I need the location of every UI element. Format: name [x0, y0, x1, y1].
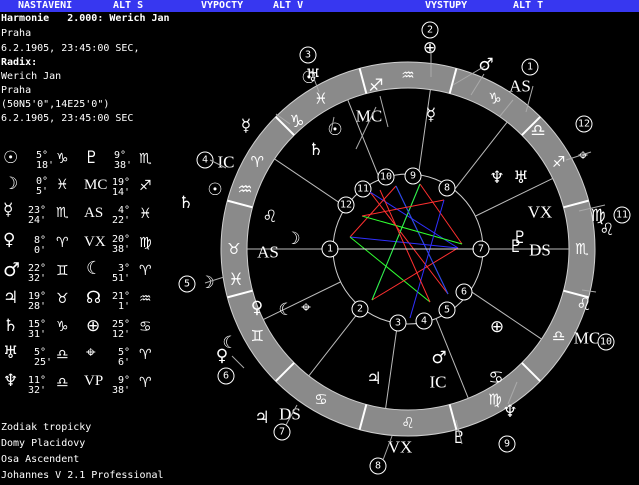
house-number: 5 — [444, 305, 450, 316]
leo-icon: ♌ — [262, 207, 277, 227]
house-number: 4 — [421, 316, 427, 327]
zodiac-sign-icon: ♉ — [227, 240, 240, 258]
aspect-line — [371, 183, 421, 301]
house-number: 6 — [461, 287, 467, 298]
pluto-icon: ♇ — [508, 237, 523, 257]
zodiac-sign-icon: ♏ — [575, 240, 589, 258]
pisces-icon: ♓ — [228, 270, 243, 290]
outer-house-number: 7 — [279, 427, 285, 438]
aspect-line — [349, 236, 431, 303]
mars-icon: ♂ — [478, 55, 493, 75]
neptune-icon: ♆ — [489, 168, 504, 188]
ic-label: IC — [430, 373, 447, 392]
mercury-icon: ☿ — [426, 105, 436, 125]
zodiac-sign-icon: ♒ — [401, 66, 414, 84]
chart-wheel: ♐♑♒♓♈♉♊♋♌♍♎♏123 456789101112♅3 ⊕2♂AS112⌖11… — [178, 21, 631, 475]
outer-house-number: 2 — [427, 25, 433, 36]
venus-icon: ♀ — [251, 298, 263, 318]
virgo-icon: ♍ — [590, 206, 605, 226]
house-cusp-line — [417, 89, 431, 175]
house-number: 3 — [395, 318, 401, 329]
house-cusp-line — [385, 323, 399, 409]
vx-label: VX — [388, 438, 413, 457]
lilith-icon: ☾ — [278, 300, 293, 320]
ds-label: DS — [279, 405, 301, 424]
vx-label: VX — [528, 203, 553, 222]
planet-ray-line — [231, 355, 245, 369]
sun-icon: ☉ — [301, 68, 316, 88]
capricorn-icon: ♑ — [289, 112, 304, 132]
lilith-icon: ☾ — [222, 333, 237, 353]
house-number: 2 — [357, 304, 363, 315]
house-number: 12 — [340, 200, 352, 211]
ic-label: IC — [218, 153, 235, 172]
outer-house-number: 12 — [578, 119, 590, 130]
aspect-line — [379, 189, 431, 303]
ds-label: DS — [529, 241, 551, 260]
house-number: 10 — [380, 172, 392, 183]
house-cusp-line — [308, 307, 363, 377]
outer-house-number: 1 — [527, 62, 533, 73]
outer-house-number: 3 — [305, 50, 311, 61]
jupiter-icon: ♃ — [366, 369, 381, 389]
sagittarius-icon: ♐ — [368, 76, 383, 96]
mercury-icon: ☿ — [241, 116, 251, 136]
zodiac-sign-icon: ♑ — [488, 89, 501, 107]
zodiac-sign-icon: ♋ — [314, 391, 327, 409]
house-cusp-line — [274, 158, 347, 208]
house-number: 7 — [478, 244, 484, 255]
sun-icon: ☉ — [327, 120, 342, 140]
outer-house-number: 10 — [600, 337, 612, 348]
outer-house-number: 6 — [223, 371, 229, 382]
house-number: 11 — [357, 184, 369, 195]
sun-icon: ☉ — [207, 180, 222, 200]
house-cusp-line — [469, 290, 542, 340]
zodiac-sign-icon: ♍ — [488, 391, 501, 409]
grid-icon: ⌖ — [301, 298, 311, 318]
cancer-icon: ♋ — [488, 368, 503, 388]
as-label: AS — [509, 77, 531, 96]
house-number: 1 — [327, 244, 333, 255]
outer-house-number: 4 — [202, 155, 208, 166]
saturn-icon: ♄ — [178, 193, 193, 213]
as-label: AS — [257, 243, 279, 262]
aspect-line — [371, 247, 459, 301]
aquarius-icon: ♒ — [237, 180, 252, 200]
outer-house-number: 9 — [504, 439, 510, 450]
zodiac-sign-icon: ♎ — [552, 327, 565, 345]
saturn-icon: ♄ — [308, 140, 323, 160]
house-number: 9 — [410, 171, 416, 182]
zodiac-sign-icon: ♈ — [251, 153, 264, 171]
fortune-icon: ⊕ — [490, 317, 504, 337]
outer-house-number: 8 — [375, 461, 381, 472]
fortune-icon: ⊕ — [423, 38, 437, 58]
aspect-line — [361, 199, 445, 217]
zodiac-sign-icon: ♌ — [401, 414, 414, 432]
mars-icon: ♂ — [431, 348, 446, 368]
jupiter-icon: ♃ — [254, 408, 269, 428]
outer-house-number: 5 — [184, 279, 190, 290]
zodiac-sign-icon: ♐ — [552, 153, 565, 171]
mc-label: MC — [574, 329, 600, 348]
moon-icon: ☽ — [199, 273, 214, 293]
leo-icon: ♌ — [576, 295, 591, 315]
zodiac-sign-icon: ♓ — [314, 89, 327, 107]
house-number: 8 — [444, 183, 450, 194]
libra-icon: ♎ — [530, 121, 545, 141]
outer-house-number: 11 — [616, 210, 628, 221]
zodiac-sign-icon: ♊ — [251, 327, 264, 345]
uranus-icon: ♅ — [513, 168, 528, 188]
neptune-icon: ♆ — [502, 402, 517, 422]
moon-icon: ☽ — [285, 229, 300, 249]
